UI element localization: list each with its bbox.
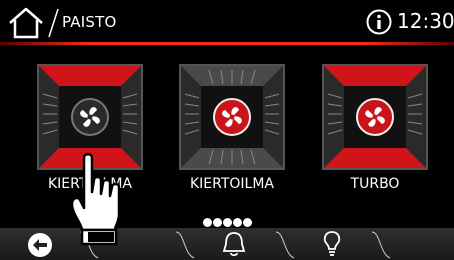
accent-divider [0, 42, 454, 45]
page-indicator[interactable] [0, 212, 454, 227]
home-icon[interactable] [6, 6, 46, 40]
lightbulb-icon[interactable] [312, 230, 352, 258]
page-dot[interactable] [242, 218, 252, 227]
mode-label-3: TURBO [350, 176, 400, 192]
bell-icon[interactable] [214, 230, 254, 258]
page-dot[interactable] [212, 218, 222, 227]
breadcrumb-separator [48, 8, 59, 38]
page-dot[interactable] [202, 218, 212, 227]
touch-hand-icon [70, 153, 121, 246]
page-dot[interactable] [222, 218, 232, 227]
info-icon[interactable] [366, 9, 392, 35]
bottom-bar [0, 228, 454, 260]
clock: 12:30 [397, 9, 454, 33]
page-dot[interactable] [232, 218, 242, 227]
back-icon[interactable] [20, 230, 60, 258]
mode-label-2: KIERTOILMA [189, 176, 275, 192]
mode-tile-3[interactable] [322, 64, 428, 170]
top-bar: PAISTO 12:30 [0, 0, 454, 42]
page-title: PAISTO [62, 13, 117, 31]
mode-tile-2[interactable] [179, 64, 285, 170]
